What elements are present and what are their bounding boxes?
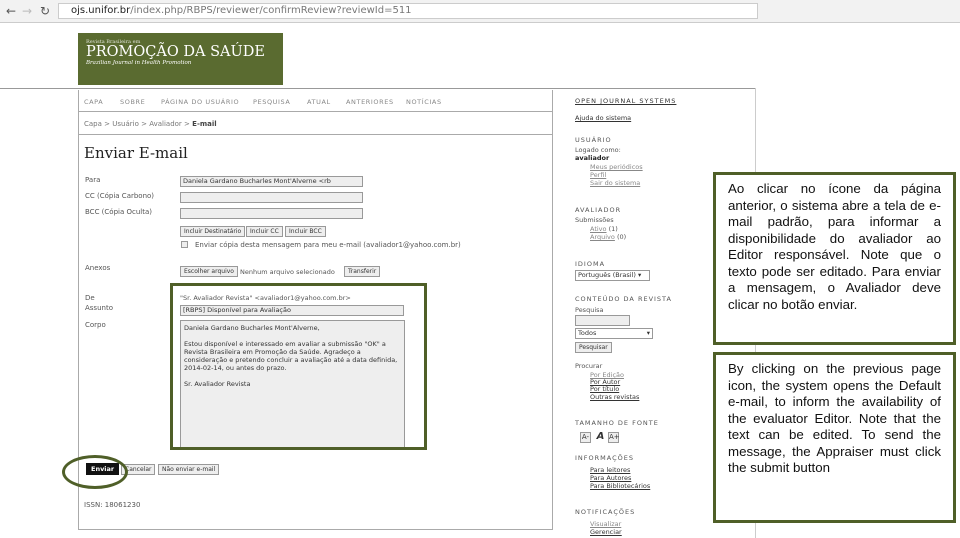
highlight-ellipse (62, 455, 128, 489)
pesquisa-input[interactable] (575, 315, 630, 326)
forward-icon[interactable]: → (22, 4, 32, 18)
sep: > (184, 120, 190, 128)
file-status: Nenhum arquivo selecionado (240, 268, 335, 276)
transfer-button[interactable]: Transferir (344, 266, 381, 277)
back-icon[interactable]: ← (6, 4, 16, 18)
corpo-label: Corpo (85, 321, 106, 329)
avaliador-heading: AVALIADOR (575, 206, 622, 214)
link-outras-revistas[interactable]: Outras revistas (590, 393, 639, 401)
nav-pesquisa[interactable]: PESQUISA (253, 98, 290, 106)
idioma-heading: IDIOMA (575, 260, 606, 268)
link-meus-periodicos[interactable]: Meus periódicos (590, 163, 643, 171)
callout-english: By clicking on the previous page icon, t… (713, 352, 956, 523)
fonte-heading: TAMANHO DE FONTE (575, 419, 659, 427)
address-bar[interactable]: ojs.unifor.br/index.php/RBPS/reviewer/co… (58, 3, 758, 19)
pesquisar-button[interactable]: Pesquisar (575, 342, 612, 353)
ojs-link[interactable]: OPEN JOURNAL SYSTEMS (575, 97, 676, 105)
link-ativo[interactable]: Ativo (590, 225, 607, 233)
bcc-label: BCC (Cópia Oculta) (85, 208, 152, 216)
procurar-label: Procurar (575, 362, 603, 370)
link-para-bibliotecarios[interactable]: Para Bibliotecários (590, 482, 650, 490)
url-host: ojs.unifor.br (71, 5, 131, 16)
arquivo-item: Arquivo (0) (590, 233, 626, 241)
issn: ISSN: 18061230 (84, 501, 141, 509)
anexos-label: Anexos (85, 264, 111, 272)
breadcrumb-usuario[interactable]: Usuário (112, 120, 139, 128)
nav-sobre[interactable]: SOBRE (120, 98, 145, 106)
breadcrumb-capa[interactable]: Capa (84, 120, 102, 128)
logo-small: Revista Brasileira em (86, 39, 141, 45)
ajuda-link[interactable]: Ajuda do sistema (575, 114, 631, 122)
scope-value: Todos (578, 329, 597, 337)
font-default-button[interactable]: A (595, 432, 606, 443)
incluir-cc-button[interactable]: Incluir CC (246, 226, 283, 237)
link-para-autores[interactable]: Para Autores (590, 474, 631, 482)
nav-pagina-usuario[interactable]: PÁGINA DO USUÁRIO (161, 98, 239, 106)
usuario-heading: USUÁRIO (575, 136, 612, 144)
pesquisa-label: Pesquisa (575, 306, 604, 314)
reload-icon[interactable]: ↻ (40, 4, 50, 18)
submissoes-label: Submissões (575, 216, 614, 224)
link-visualizar[interactable]: Visualizar (590, 520, 621, 528)
breadcrumb-avaliador[interactable]: Avaliador (149, 120, 182, 128)
link-arquivo[interactable]: Arquivo (590, 233, 615, 241)
idioma-value: Português (Brasil) (578, 271, 636, 279)
font-smaller-button[interactable]: A- (580, 432, 591, 443)
sep: > (141, 120, 147, 128)
notificacoes-heading: NOTIFICAÇÕES (575, 508, 636, 516)
incluir-destinatario-button[interactable]: Incluir Destinatário (180, 226, 246, 237)
cc-label: CC (Cópia Carbono) (85, 192, 155, 200)
informacoes-heading: INFORMAÇÕES (575, 454, 634, 462)
send-copy-checkbox[interactable] (181, 241, 188, 248)
idioma-select[interactable]: Português (Brasil) ▾ (575, 270, 650, 281)
de-label: De (85, 294, 95, 302)
highlight-frame (170, 283, 427, 450)
nav-anteriores[interactable]: ANTERIORES (346, 98, 394, 106)
nav-capa[interactable]: CAPA (84, 98, 103, 106)
incluir-bcc-button[interactable]: Incluir BCC (285, 226, 326, 237)
ativo-item: Ativo (1) (590, 225, 618, 233)
scope-select[interactable]: Todos ▾ (575, 328, 653, 339)
divider (0, 88, 756, 89)
breadcrumb-current: E-mail (192, 120, 217, 128)
link-por-titulo[interactable]: Por título (590, 385, 619, 393)
link-para-leitores[interactable]: Para leitores (590, 466, 630, 474)
para-label: Para (85, 176, 101, 184)
logo-title: PROMOÇÃO DA SAÚDE (86, 44, 265, 60)
nav-atual[interactable]: ATUAL (307, 98, 331, 106)
choose-file-button[interactable]: Escolher arquivo (180, 266, 238, 277)
conteudo-heading: CONTEÚDO DA REVISTA (575, 295, 672, 303)
nav-noticias[interactable]: NOTÍCIAS (406, 98, 442, 106)
breadcrumb: Capa > Usuário > Avaliador > E-mail (84, 120, 217, 128)
logo-subtitle: Brazilian Journal in Health Promotion (86, 60, 192, 66)
link-gerenciar[interactable]: Gerenciar (590, 528, 622, 536)
font-larger-button[interactable]: A+ (608, 432, 620, 443)
link-sair[interactable]: Sair do sistema (590, 179, 640, 187)
divider (78, 134, 553, 135)
send-copy-label: Enviar cópia desta mensagem para meu e-m… (195, 241, 461, 249)
logado-label: Logado como: (575, 146, 621, 154)
arquivo-count: (0) (616, 233, 627, 241)
ativo-count: (1) (608, 225, 618, 233)
cc-input[interactable] (180, 192, 363, 203)
para-input[interactable]: Daniela Gardano Bucharles Mont'Alverne <… (180, 176, 363, 187)
journal-logo[interactable]: Revista Brasileira em PROMOÇÃO DA SAÚDE … (78, 33, 283, 85)
url-path: /index.php/RBPS/reviewer/confirmReview?r… (130, 5, 412, 16)
sep: > (104, 120, 111, 128)
callout-portuguese: Ao clicar no ícone da página anterior, o… (713, 172, 956, 345)
link-perfil[interactable]: Perfil (590, 171, 606, 179)
bcc-input[interactable] (180, 208, 363, 219)
nao-enviar-button[interactable]: Não enviar e-mail (158, 464, 220, 475)
username: avaliador (575, 154, 610, 162)
assunto-label: Assunto (85, 304, 113, 312)
page-title: Enviar E-mail (84, 144, 188, 162)
